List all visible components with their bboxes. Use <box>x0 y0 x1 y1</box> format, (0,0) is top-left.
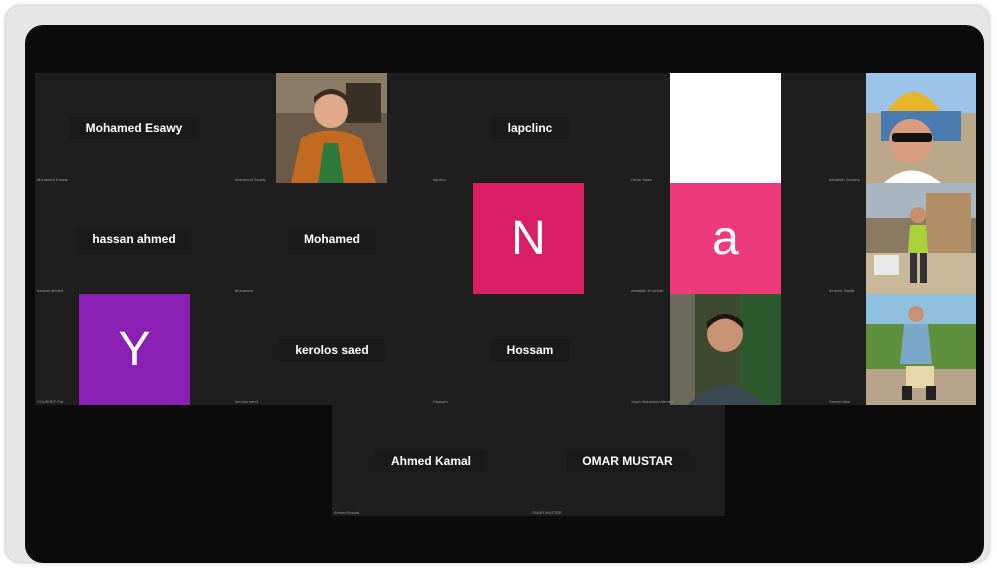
participant-label: kerolos saed <box>235 399 258 404</box>
participant-label: Abdallah Khashab <box>631 288 664 293</box>
participant-label: Mahmoud Swaily <box>235 177 266 182</box>
participant-tile-n[interactable]: N <box>431 183 629 294</box>
participant-name: kerolos saed <box>279 338 385 361</box>
participant-video <box>866 294 976 405</box>
participant-tile-kerolos-saed[interactable]: kerolos saed kerolos saed <box>233 294 431 405</box>
device-frame: Mohamed Esawy Mohamed Esawy Mahmoud Swai… <box>6 6 989 563</box>
participant-tile-youssef[interactable]: Y YOUSSEF Eid <box>35 294 233 405</box>
blank-video-icon <box>670 73 781 183</box>
participant-tile-ibrahim-tawfik[interactable]: Ibrahim Tawfik <box>827 183 976 294</box>
participant-video <box>276 73 387 183</box>
participant-tile-omar-mustar[interactable]: OMAR MUSTAR OMAR MUSTAR <box>530 405 725 516</box>
participant-label: hassan ahmed <box>37 288 64 293</box>
avatar: Y <box>79 294 190 405</box>
participant-label: lapclinc <box>433 177 447 182</box>
participant-name: lapclinc <box>491 117 569 139</box>
participant-tile-yasin[interactable]: Yasin Mohamed Ahmed <box>629 294 827 405</box>
participant-label: Ibrahim Tawfik <box>829 288 855 293</box>
participant-video <box>670 294 781 405</box>
participant-name: OMAR MUSTAR <box>566 449 689 472</box>
participant-label: Yasin Mohamed Ahmed <box>631 399 674 404</box>
participant-tile-lapclinc[interactable]: lapclinc lapclinc <box>431 73 629 183</box>
participant-tile-mohamed-esawy[interactable]: Mohamed Esawy Mohamed Esawy <box>35 73 233 183</box>
meeting-gallery: Mohamed Esawy Mohamed Esawy Mahmoud Swai… <box>25 25 984 563</box>
participant-label: OMAR MUSTAR <box>532 510 562 515</box>
participant-tile-mahmoud-swaily[interactable]: Mahmoud Swaily <box>233 73 431 183</box>
participant-tile-abdallah-jordany[interactable]: Abdallah Jordany <box>827 73 976 183</box>
participant-label: Omar Saad <box>631 177 652 182</box>
participant-label: Ahmed Kamal <box>334 510 360 515</box>
participant-tile-samah-atta[interactable]: Samah Atta <box>827 294 976 405</box>
participant-label: Abdallah Jordany <box>829 177 860 182</box>
avatar: N <box>473 183 584 294</box>
participant-label: Mohamed <box>235 288 253 293</box>
participant-tile-ahmed-kamal[interactable]: Ahmed Kamal Ahmed Kamal <box>332 405 530 516</box>
participant-name: Ahmed Kamal <box>374 449 488 472</box>
participant-name: Mohamed Esawy <box>69 117 199 139</box>
participant-video <box>866 73 976 183</box>
participant-video <box>866 183 976 294</box>
participant-tile-mohamed[interactable]: Mohamed Mohamed <box>233 183 431 294</box>
participant-name: Hossam <box>490 338 570 361</box>
participant-name: Mohamed <box>287 227 377 250</box>
participant-tile-hossam[interactable]: Hossam Hossam <box>431 294 629 405</box>
participant-label: Samah Atta <box>829 399 850 404</box>
participant-tile-omar-saad[interactable]: Omar Saad <box>629 73 827 183</box>
avatar: a <box>670 183 781 294</box>
participant-name: hassan ahmed <box>76 227 192 250</box>
participant-label: Mohamed Esawy <box>37 177 68 182</box>
participant-tile-hassan-ahmed[interactable]: hassan ahmed hassan ahmed <box>35 183 233 294</box>
participant-label: YOUSSEF Eid <box>37 399 64 404</box>
participant-tile-abdallah-khashab[interactable]: a Abdallah Khashab <box>629 183 827 294</box>
participant-label: Hossam <box>433 399 448 404</box>
